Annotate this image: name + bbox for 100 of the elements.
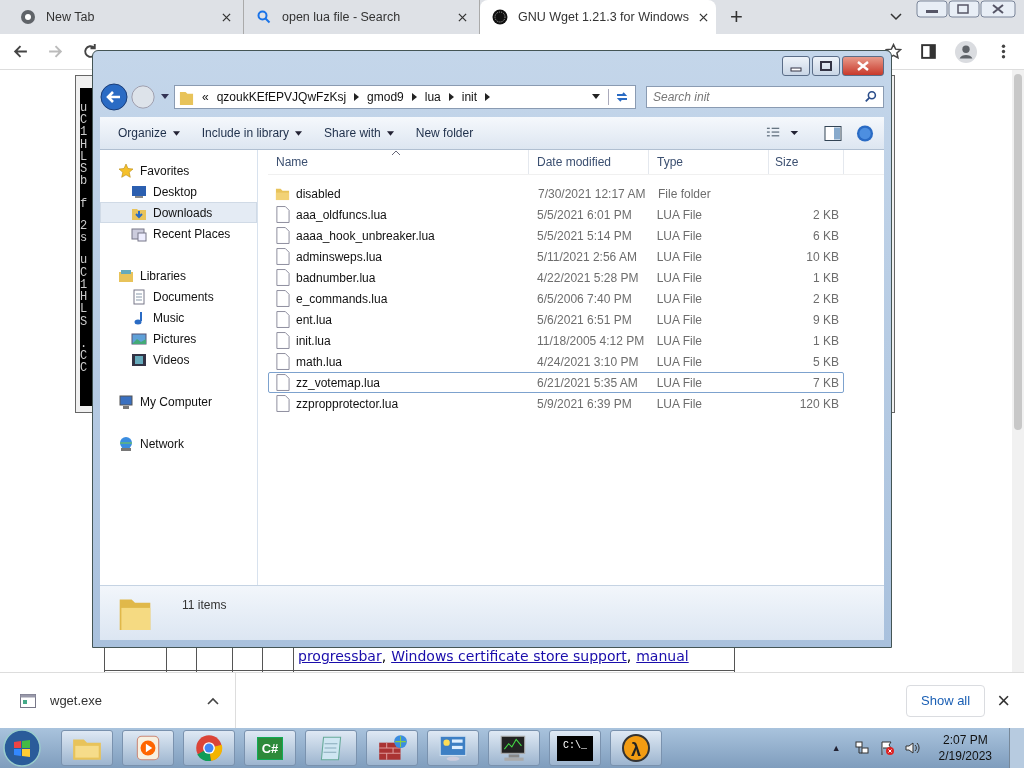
- toolbar-button[interactable]: Share with: [316, 122, 402, 144]
- recent-icon: [131, 225, 147, 242]
- file-row[interactable]: zzpropprotector.lua 5/9/2021 6:39 PM LUA File 120 KB: [268, 393, 844, 414]
- file-row[interactable]: math.lua 4/24/2021 3:10 PM LUA File 5 KB: [268, 351, 844, 372]
- caret-down-icon: [386, 130, 394, 136]
- show-hidden-icons-button[interactable]: ▲: [831, 743, 841, 753]
- file-icon: [275, 290, 290, 307]
- computer-icon: [118, 393, 134, 410]
- column-header[interactable]: Name: [268, 150, 529, 174]
- minimize-icon: [790, 67, 802, 72]
- nav-item[interactable]: Music: [100, 307, 257, 328]
- network-icon: [118, 435, 134, 452]
- caret-down-icon[interactable]: [161, 94, 169, 100]
- nav-item[interactable]: Libraries: [100, 265, 257, 286]
- breadcrumb-item[interactable]: gmod9: [367, 90, 404, 104]
- close-button[interactable]: [842, 56, 884, 76]
- scrollbar[interactable]: [1012, 70, 1024, 672]
- window-controls[interactable]: [916, 0, 1016, 18]
- search-field[interactable]: Search init: [646, 86, 884, 108]
- start-button[interactable]: [2, 728, 42, 768]
- nav-item[interactable]: Downloads: [100, 202, 257, 223]
- notepad-taskbar-button[interactable]: [305, 730, 357, 766]
- link[interactable]: manual: [636, 648, 689, 664]
- file-row[interactable]: ent.lua 5/6/2021 6:51 PM LUA File 9 KB: [268, 309, 844, 330]
- browser-icon: [193, 734, 225, 762]
- file-icon: [275, 311, 290, 328]
- nav-item[interactable]: My Computer: [100, 391, 257, 412]
- close-icon[interactable]: [458, 12, 467, 22]
- show-all-button[interactable]: Show all: [906, 684, 986, 717]
- breadcrumb-item[interactable]: lua: [424, 90, 441, 104]
- back-icon[interactable]: [100, 83, 128, 111]
- documents-icon: [131, 288, 147, 305]
- column-header[interactable]: Date modified: [529, 150, 649, 174]
- close-icon[interactable]: [222, 12, 231, 22]
- toolbar-button[interactable]: Organize: [110, 122, 188, 144]
- panel-taskbar-button[interactable]: [427, 730, 479, 766]
- file-row[interactable]: adminsweps.lua 5/11/2021 2:56 AM LUA File 10 KB: [268, 246, 844, 267]
- close-icon[interactable]: [698, 12, 708, 22]
- flag-icon[interactable]: [878, 740, 895, 756]
- nav-item[interactable]: Videos: [100, 349, 257, 370]
- file-row[interactable]: disabled 7/30/2021 12:17 AM File folder: [268, 183, 844, 204]
- profile-icon[interactable]: [955, 40, 977, 63]
- monitor-taskbar-button[interactable]: [488, 730, 540, 766]
- back-icon[interactable]: [12, 43, 29, 60]
- toolbar-button[interactable]: New folder: [407, 122, 482, 144]
- clock[interactable]: 2:07 PM 2/19/2023: [938, 732, 992, 764]
- browser-tab[interactable]: New Tab: [8, 0, 244, 34]
- maximize-button[interactable]: [812, 56, 840, 76]
- network-icon[interactable]: [853, 740, 870, 756]
- help-icon[interactable]: [856, 124, 874, 142]
- link[interactable]: progressbar: [298, 648, 382, 664]
- nav-item[interactable]: Network: [100, 433, 257, 454]
- caret-down-icon[interactable]: [592, 94, 600, 100]
- file-row[interactable]: e_commands.lua 6/5/2006 7:40 PM LUA File 2 KB: [268, 288, 844, 309]
- chevron-down-icon[interactable]: [890, 13, 902, 21]
- side-panel-icon[interactable]: [920, 43, 937, 60]
- code-taskbar-button[interactable]: C#: [244, 730, 296, 766]
- caret-up-icon[interactable]: [207, 696, 219, 705]
- file-row[interactable]: badnumber.lua 4/22/2021 5:28 PM LUA File 1 KB: [268, 267, 844, 288]
- comma: ,: [381, 648, 387, 664]
- pictures-icon: [131, 330, 147, 347]
- arrow-right-icon[interactable]: [485, 93, 491, 101]
- nav-item[interactable]: Recent Places: [100, 223, 257, 244]
- search-icon: [864, 90, 878, 104]
- toolbar-button[interactable]: Include in library: [193, 122, 311, 144]
- nav-item[interactable]: Favorites: [100, 160, 257, 181]
- file-row[interactable]: aaa_oldfuncs.lua 5/5/2021 6:01 PM LUA File 2 KB: [268, 204, 844, 225]
- breadcrumb-item[interactable]: «: [202, 90, 209, 104]
- arrow-right-icon[interactable]: [354, 93, 360, 101]
- arrow-right-icon[interactable]: [411, 93, 417, 101]
- console-taskbar-button[interactable]: C:\_: [549, 730, 601, 766]
- browser-taskbar-button[interactable]: [183, 730, 235, 766]
- file-icon: [275, 206, 290, 223]
- column-header[interactable]: Size: [769, 150, 844, 174]
- firewall-taskbar-button[interactable]: [366, 730, 418, 766]
- column-header[interactable]: Type: [649, 150, 769, 174]
- file-row[interactable]: aaaa_hook_unbreaker.lua 5/5/2021 5:14 PM LUA File 6 KB: [268, 225, 844, 246]
- explorer-window: « qzoukKEfEPVJQwFzKsj gmod9 lua init Search init Organize Include in library Share with New folder Favorites Desktop Downloads Recent Places Libraries Documents Music Pictures Videos My Computer Network Name Date modified Type Size disabled 7/30/2021 12:17 AM File folder aaa_oldfuncs.lua 5/5/2021 6:01 PM LUA File 2 KB aaaa_hook_unbreaker.lua 5/5/2021 5:14 PM LUA File 6 KB adminsweps.lua 5/11/2021 2:56 AM LUA File 10 KB badnumber.lua 4/22/2021 5:28 PM LUA File 1 KB e_commands.lua 6/5/2006 7:40 PM LUA File 2 KB ent.lua 5/6/2021 6:51 PM LUA File 9 KB init.lua 11/18/2005 4:12 PM LUA File 1 KB math.lua 4/24/2021 3:10 PM LUA File 5 KB zz_votemap.lua 6/21/2021 5:35 AM LUA File 7 KB zzpropprotector.lua 5/9/2021 6:39 PM LUA File 120 KB 11 items: [92, 50, 892, 648]
- new-tab-button[interactable]: +: [724, 4, 749, 30]
- close-button[interactable]: ×: [997, 687, 1010, 714]
- address-bar[interactable]: « qzoukKEfEPVJQwFzKsj gmod9 lua init: [174, 85, 636, 109]
- preview-pane-icon[interactable]: [824, 124, 842, 142]
- file-row[interactable]: zz_votemap.lua 6/21/2021 5:35 AM LUA File 7 KB: [268, 372, 844, 393]
- browser-tab[interactable]: GNU Wget 1.21.3 for Windows: [480, 0, 716, 34]
- sort-caret-icon: [392, 150, 400, 155]
- link[interactable]: Windows certificate store support: [391, 648, 627, 664]
- volume-icon[interactable]: [903, 740, 920, 756]
- media-taskbar-button[interactable]: [122, 730, 174, 766]
- lambda-taskbar-button[interactable]: λ: [610, 730, 662, 766]
- breadcrumb-item[interactable]: init: [461, 90, 478, 104]
- file-icon: [275, 395, 290, 412]
- arrow-right-icon[interactable]: [448, 93, 454, 101]
- file-icon: [275, 374, 290, 391]
- folder-taskbar-button[interactable]: [61, 730, 113, 766]
- nav-item[interactable]: Desktop: [100, 181, 257, 202]
- file-row[interactable]: init.lua 11/18/2005 4:12 PM LUA File 1 KB: [268, 330, 844, 351]
- nav-item[interactable]: Pictures: [100, 328, 257, 349]
- minimize-button[interactable]: [782, 56, 810, 76]
- nav-item[interactable]: Documents: [100, 286, 257, 307]
- breadcrumb-item[interactable]: qzoukKEfEPVJQwFzKsj: [216, 90, 347, 104]
